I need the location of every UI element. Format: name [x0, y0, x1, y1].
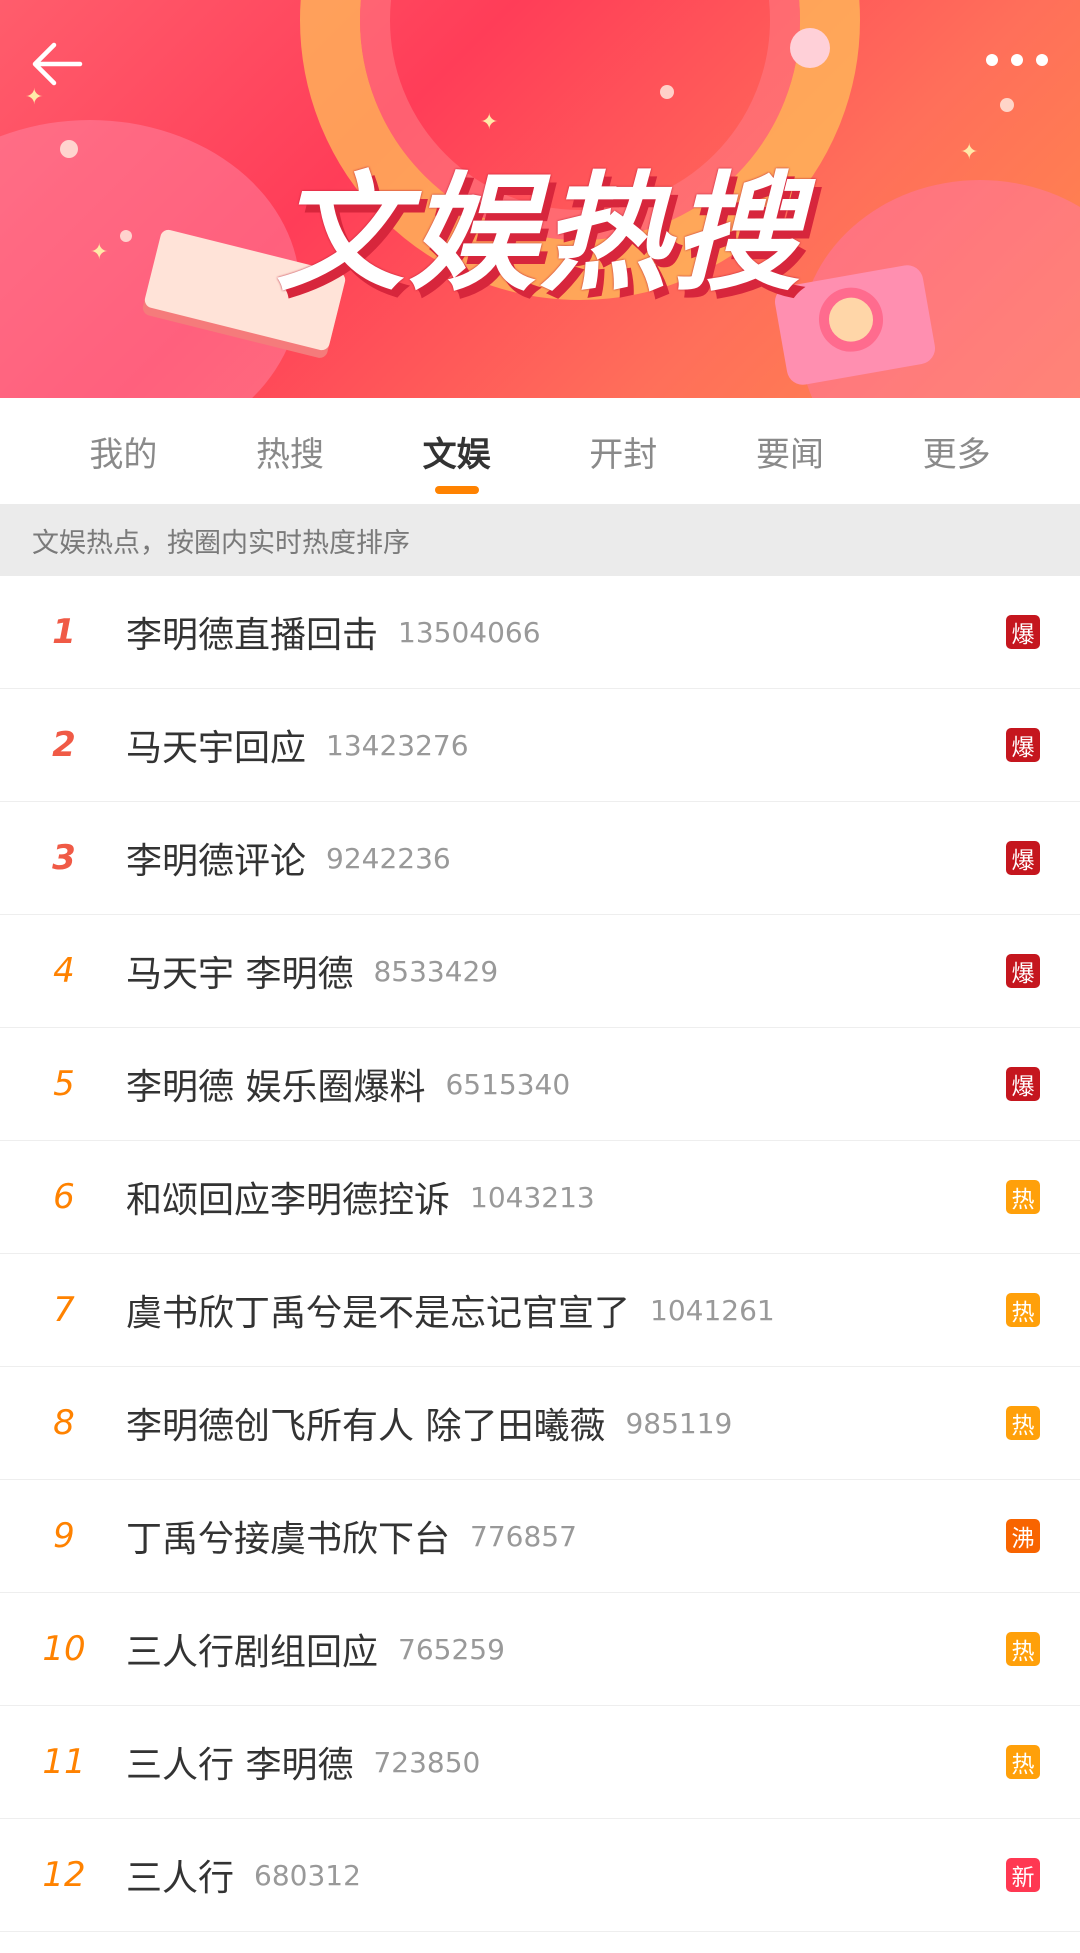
rank-number: 2: [52, 725, 76, 765]
heat-count: 723850: [373, 1745, 481, 1779]
heat-count: 765259: [398, 1632, 505, 1666]
banner-title: 文娱热搜: [275, 160, 804, 309]
status-badge: 爆: [1006, 615, 1040, 649]
heat-count: 6515340: [445, 1067, 571, 1101]
list-item[interactable]: 12 三人行 680312 新: [0, 1819, 1080, 1932]
back-arrow-icon: [32, 42, 83, 86]
status-badge: 新: [1006, 1858, 1040, 1892]
hot-search-list: 1 李明德直播回击 13504066 爆 2 马天宇回应 13423276 爆 3 李明德评论 92…: [0, 576, 1080, 1932]
status-badge: 爆: [1006, 954, 1040, 988]
topic-title: 李明德 娱乐圈爆料: [126, 1067, 426, 1108]
topic-title: 李明德直播回击: [126, 615, 379, 656]
tab-bar: 我的 热搜 文娱 开封 要闻 更多: [0, 398, 1080, 504]
tab-0[interactable]: 我的: [63, 399, 183, 504]
rank-number: 6: [53, 1177, 75, 1217]
list-hint: 文娱热点，按圈内实时热度排序: [0, 504, 1080, 576]
rank-number: 9: [53, 1516, 75, 1556]
topic-title: 三人行: [126, 1858, 235, 1899]
topic-title: 三人行 李明德: [126, 1745, 354, 1786]
rank-number: 11: [42, 1742, 86, 1782]
topic-title: 三人行剧组回应: [126, 1632, 379, 1673]
heat-count: 13504066: [398, 615, 541, 649]
rank-number: 1: [52, 612, 76, 652]
status-badge: 沸: [1006, 1519, 1040, 1553]
topic-title: 马天宇 李明德: [126, 954, 354, 995]
topic-title: 丁禹兮接虞书欣下台: [126, 1519, 451, 1560]
list-item[interactable]: 3 李明德评论 9242236 爆: [0, 802, 1080, 915]
rank-number: 12: [42, 1855, 86, 1895]
back-button[interactable]: [28, 34, 88, 94]
topic-title: 和颂回应李明德控诉: [126, 1180, 451, 1221]
rank-number: 7: [53, 1290, 75, 1330]
status-badge: 爆: [1006, 1067, 1040, 1101]
topic-title: 李明德评论: [126, 841, 307, 882]
rank-number: 10: [42, 1629, 86, 1669]
rank-number: 3: [52, 838, 76, 878]
status-badge: 热: [1006, 1180, 1040, 1214]
list-item[interactable]: 6 和颂回应李明德控诉 1043213 热: [0, 1141, 1080, 1254]
topic-title: 李明德创飞所有人 除了田曦薇: [126, 1406, 606, 1447]
more-dots-icon: [986, 54, 1048, 66]
heat-count: 1041261: [650, 1293, 775, 1327]
topic-title: 虞书欣丁禹兮是不是忘记官宣了: [126, 1293, 631, 1334]
more-button[interactable]: [982, 40, 1052, 80]
list-item[interactable]: 2 马天宇回应 13423276 爆: [0, 689, 1080, 802]
tab-1[interactable]: 热搜: [230, 399, 350, 504]
heat-count: 1043213: [470, 1180, 595, 1214]
tab-5[interactable]: 更多: [897, 399, 1017, 504]
rank-number: 5: [53, 1064, 75, 1104]
topic-title: 马天宇回应: [126, 728, 307, 769]
list-item[interactable]: 11 三人行 李明德 723850 热: [0, 1706, 1080, 1819]
status-badge: 热: [1006, 1293, 1040, 1327]
tab-3[interactable]: 开封: [563, 399, 683, 504]
heat-count: 9242236: [326, 841, 451, 875]
tab-2[interactable]: 文娱: [397, 399, 517, 504]
list-item[interactable]: 4 马天宇 李明德 8533429 爆: [0, 915, 1080, 1028]
tab-4[interactable]: 要闻: [730, 399, 850, 504]
list-item[interactable]: 5 李明德 娱乐圈爆料 6515340 爆: [0, 1028, 1080, 1141]
header-banner: ✦ ✦ ✦ ✦ 文娱热搜: [0, 0, 1080, 398]
heat-count: 680312: [254, 1858, 361, 1892]
rank-number: 8: [53, 1403, 75, 1443]
list-item[interactable]: 7 虞书欣丁禹兮是不是忘记官宣了 1041261 热: [0, 1254, 1080, 1367]
list-item[interactable]: 8 李明德创飞所有人 除了田曦薇 985119 热: [0, 1367, 1080, 1480]
heat-count: 8533429: [373, 954, 499, 988]
list-item[interactable]: 9 丁禹兮接虞书欣下台 776857 沸: [0, 1480, 1080, 1593]
status-badge: 热: [1006, 1406, 1040, 1440]
heat-count: 985119: [625, 1406, 733, 1440]
status-badge: 热: [1006, 1632, 1040, 1666]
banner-decoration: [1000, 98, 1014, 112]
heat-count: 776857: [470, 1519, 577, 1553]
banner-decoration: [660, 85, 674, 99]
status-badge: 热: [1006, 1745, 1040, 1779]
status-badge: 爆: [1006, 841, 1040, 875]
status-badge: 爆: [1006, 728, 1040, 762]
rank-number: 4: [53, 951, 75, 991]
planet-illustration: [790, 28, 830, 68]
list-item[interactable]: 1 李明德直播回击 13504066 爆: [0, 576, 1080, 689]
heat-count: 13423276: [326, 728, 469, 762]
list-item[interactable]: 10 三人行剧组回应 765259 热: [0, 1593, 1080, 1706]
